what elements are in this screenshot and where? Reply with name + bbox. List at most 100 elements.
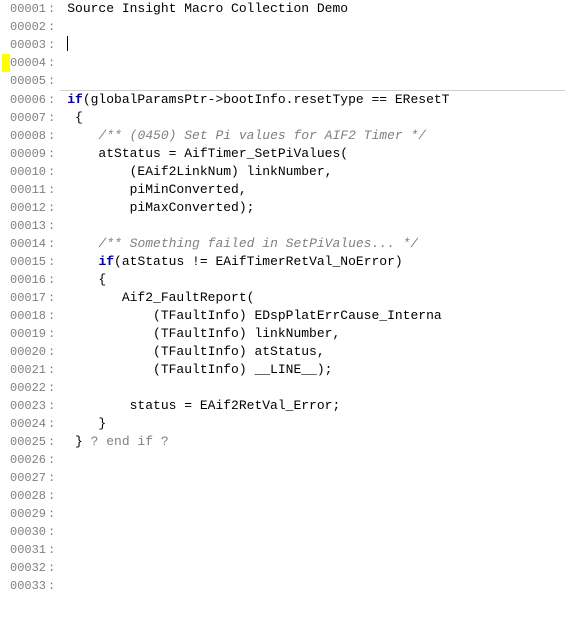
code-line[interactable]: 00002:	[0, 18, 565, 36]
code-line[interactable]: 00008: /** (0450) Set Pi values for AIF2…	[0, 127, 565, 145]
code-editor[interactable]: 00001:Source Insight Macro Collection De…	[0, 0, 565, 619]
line-content[interactable]: {	[59, 109, 83, 127]
line-content[interactable]	[59, 451, 67, 469]
code-line[interactable]: 00006:if(globalParamsPtr->bootInfo.reset…	[0, 91, 565, 109]
line-mark	[2, 433, 10, 451]
line-content[interactable]	[59, 523, 67, 541]
line-content[interactable]	[59, 505, 67, 523]
line-content[interactable]	[59, 487, 67, 505]
line-content[interactable]	[59, 18, 67, 36]
line-number-gutter: 00011:	[0, 181, 59, 199]
line-content[interactable]: piMinConverted,	[59, 181, 246, 199]
code-line[interactable]: 00012: piMaxConverted);	[0, 199, 565, 217]
line-number: 00023	[10, 397, 46, 415]
line-content[interactable]	[59, 577, 67, 595]
line-colon: :	[46, 91, 55, 109]
line-content[interactable]: } ? end if ?	[59, 433, 168, 451]
code-line[interactable]: 00032:	[0, 559, 565, 577]
line-content[interactable]	[59, 72, 67, 90]
code-line[interactable]: 00007: {	[0, 109, 565, 127]
code-line[interactable]: 00009: atStatus = AifTimer_SetPiValues(	[0, 145, 565, 163]
code-line[interactable]: 00024: }	[0, 415, 565, 433]
line-colon: :	[46, 343, 55, 361]
line-content[interactable]: piMaxConverted);	[59, 199, 254, 217]
code-line[interactable]: 00005:	[0, 72, 565, 90]
line-colon: :	[46, 145, 55, 163]
line-number: 00021	[10, 361, 46, 379]
code-line[interactable]: 00029:	[0, 505, 565, 523]
line-colon: :	[46, 523, 55, 541]
line-content[interactable]: Aif2_FaultReport(	[59, 289, 254, 307]
line-colon: :	[46, 199, 55, 217]
line-content[interactable]: (EAif2LinkNum) linkNumber,	[59, 163, 332, 181]
code-line[interactable]: 00021: (TFaultInfo) __LINE__);	[0, 361, 565, 379]
code-line[interactable]: 00011: piMinConverted,	[0, 181, 565, 199]
code-text: piMinConverted,	[67, 182, 246, 197]
line-mark	[2, 307, 10, 325]
line-content[interactable]	[59, 36, 68, 54]
line-content[interactable]: {	[59, 271, 106, 289]
code-line[interactable]: 00019: (TFaultInfo) linkNumber,	[0, 325, 565, 343]
code-line[interactable]: 00023: status = EAif2RetVal_Error;	[0, 397, 565, 415]
code-line[interactable]: 00022:	[0, 379, 565, 397]
line-mark	[2, 469, 10, 487]
line-content[interactable]: atStatus = AifTimer_SetPiValues(	[59, 145, 348, 163]
line-content[interactable]: /** Something failed in SetPiValues... *…	[59, 235, 418, 253]
line-content[interactable]	[59, 379, 67, 397]
text-cursor	[67, 36, 68, 51]
code-line[interactable]: 00016: {	[0, 271, 565, 289]
code-line[interactable]: 00020: (TFaultInfo) atStatus,	[0, 343, 565, 361]
line-number-gutter: 00032:	[0, 559, 59, 577]
code-text: Aif2_FaultReport(	[67, 290, 254, 305]
line-content[interactable]	[59, 541, 67, 559]
line-content[interactable]: Source Insight Macro Collection Demo	[59, 0, 348, 18]
code-line[interactable]: 00030:	[0, 523, 565, 541]
line-number-gutter: 00018:	[0, 307, 59, 325]
line-content[interactable]: (TFaultInfo) EDspPlatErrCause_Interna	[59, 307, 441, 325]
line-content[interactable]	[59, 54, 67, 72]
code-line[interactable]: 00001:Source Insight Macro Collection De…	[0, 0, 565, 18]
line-number: 00031	[10, 541, 46, 559]
code-line[interactable]: 00018: (TFaultInfo) EDspPlatErrCause_Int…	[0, 307, 565, 325]
line-colon: :	[46, 559, 55, 577]
code-line[interactable]: 00026:	[0, 451, 565, 469]
code-line[interactable]: 00014: /** Something failed in SetPiValu…	[0, 235, 565, 253]
line-content[interactable]: status = EAif2RetVal_Error;	[59, 397, 340, 415]
line-mark	[2, 199, 10, 217]
line-number-gutter: 00017:	[0, 289, 59, 307]
line-colon: :	[46, 72, 55, 90]
code-text: status = EAif2RetVal_Error;	[67, 398, 340, 413]
code-line[interactable]: 00015: if(atStatus != EAifTimerRetVal_No…	[0, 253, 565, 271]
code-line[interactable]: 00013:	[0, 217, 565, 235]
line-colon: :	[46, 397, 55, 415]
code-line[interactable]: 00010: (EAif2LinkNum) linkNumber,	[0, 163, 565, 181]
code-line[interactable]: 00031:	[0, 541, 565, 559]
comment: /** (0450) Set Pi values for AIF2 Timer …	[98, 128, 426, 143]
code-text: ? end if ?	[91, 434, 169, 449]
line-content[interactable]: /** (0450) Set Pi values for AIF2 Timer …	[59, 127, 426, 145]
line-mark	[2, 397, 10, 415]
line-content[interactable]	[59, 217, 67, 235]
line-content[interactable]: (TFaultInfo) linkNumber,	[59, 325, 340, 343]
code-line[interactable]: 00028:	[0, 487, 565, 505]
code-line[interactable]: 00033:	[0, 577, 565, 595]
line-number: 00019	[10, 325, 46, 343]
line-content[interactable]: (TFaultInfo) atStatus,	[59, 343, 324, 361]
line-colon: :	[46, 181, 55, 199]
line-content[interactable]	[59, 469, 67, 487]
code-line[interactable]: 00027:	[0, 469, 565, 487]
line-content[interactable]	[59, 559, 67, 577]
line-number-gutter: 00033:	[0, 577, 59, 595]
line-content[interactable]: if(atStatus != EAifTimerRetVal_NoError)	[59, 253, 402, 271]
line-number-gutter: 00024:	[0, 415, 59, 433]
code-line[interactable]: 00004:	[0, 54, 565, 72]
code-line[interactable]: 00003:	[0, 36, 565, 54]
code-line[interactable]: 00017: Aif2_FaultReport(	[0, 289, 565, 307]
line-content[interactable]: (TFaultInfo) __LINE__);	[59, 361, 332, 379]
line-colon: :	[46, 127, 55, 145]
line-number-gutter: 00001:	[0, 0, 59, 18]
line-content[interactable]: }	[59, 415, 106, 433]
code-line[interactable]: 00025: } ? end if ?	[0, 433, 565, 451]
line-number: 00015	[10, 253, 46, 271]
line-content[interactable]: if(globalParamsPtr->bootInfo.resetType =…	[59, 91, 449, 109]
